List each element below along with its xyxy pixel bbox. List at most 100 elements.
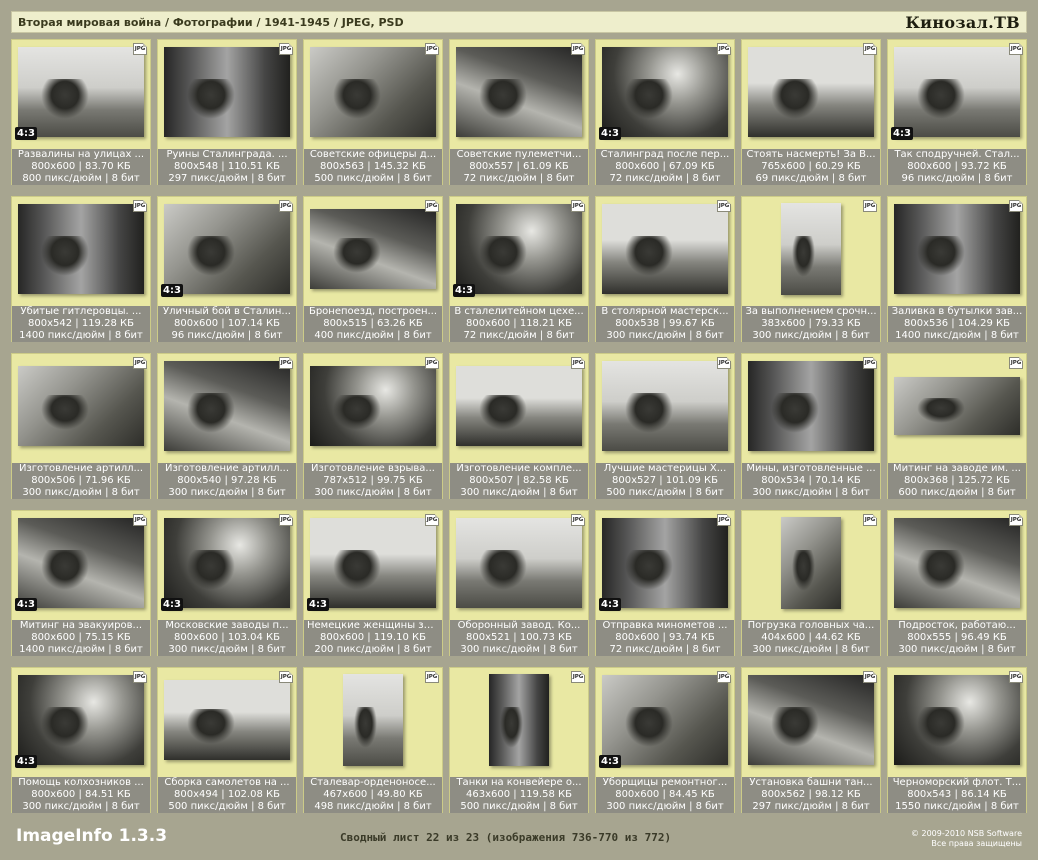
image-size-info: 800x527 | 101.09 КБ (612, 475, 718, 486)
image-size-info: 800x600 | 107.14 КБ (174, 318, 280, 329)
image-size-info: 800x534 | 70.14 КБ (761, 475, 861, 486)
image-size-info: 800x600 | 67.09 КБ (615, 161, 715, 172)
jpg-file-icon: JPG (133, 200, 147, 212)
image-resolution-info: 1400 пикс/дюйм | 8 бит (19, 330, 143, 341)
thumbnail-tile[interactable]: JPG Сталевар-орденоносе... 467x600 | 49.80… (303, 667, 443, 813)
thumbnail-photo[interactable] (748, 675, 874, 765)
thumbnail-photo[interactable] (456, 47, 582, 137)
thumbnail-photo[interactable] (456, 366, 582, 446)
thumbnail-tile[interactable]: JPG Руины Сталинграда. ... 800x548 | 110.5… (157, 39, 297, 185)
image-size-info: 800x600 | 118.21 КБ (466, 318, 572, 329)
thumbnail-tile[interactable]: JPG Изготовление компле... 800x507 | 82.58… (449, 353, 589, 499)
thumbnail-tile[interactable]: JPG Установка башни тан... 800x562 | 98.12… (741, 667, 881, 813)
thumbnail-tile[interactable]: JPG Сборка самолетов на ... 800x494 | 102.… (157, 667, 297, 813)
sheet-status: Сводный лист 22 из 23 (изображения 736-7… (340, 831, 672, 844)
thumbnail-tile[interactable]: JPG Изготовление артилл... 800x506 | 71.96… (11, 353, 151, 499)
thumbnail-photo[interactable] (164, 518, 290, 608)
thumbnail-tile[interactable]: JPG 4:3 Сталинград после пер... 800x600 | 6… (595, 39, 735, 185)
thumbnail-tile[interactable]: JPG Изготовление артилл... 800x540 | 97.28… (157, 353, 297, 499)
image-title: Помощь колхозников ... (18, 777, 144, 788)
thumbnail-photo[interactable] (894, 204, 1020, 294)
thumbnail-photo[interactable] (894, 518, 1020, 608)
thumbnail-tile[interactable]: JPG Советские пулеметчи... 800x557 | 61.09… (449, 39, 589, 185)
thumbnail-tile[interactable]: JPG Заливка в бутылки зав... 800x536 | 104… (887, 196, 1027, 342)
thumbnail-tile[interactable]: JPG 4:3 Отправка минометов ... 800x600 | 93… (595, 510, 735, 656)
thumbnail-photo[interactable] (18, 366, 144, 446)
thumbnail-photo[interactable] (602, 47, 728, 137)
thumbnail-tile[interactable]: JPG За выполнением срочн... 383x600 | 79.3… (741, 196, 881, 342)
thumbnail-tile[interactable]: JPG Черноморский флот. Т... 800x543 | 86.1… (887, 667, 1027, 813)
thumbnail-tile[interactable]: JPG Танки на конвейере о... 463x600 | 119.… (449, 667, 589, 813)
thumbnail-tile[interactable]: JPG 4:3 Помощь колхозников ... 800x600 | 84… (11, 667, 151, 813)
thumbnail-tile[interactable]: JPG 4:3 Уличный бой в Сталин... 800x600 | 1… (157, 196, 297, 342)
image-resolution-info: 1400 пикс/дюйм | 8 бит (895, 330, 1019, 341)
thumbnail-photo[interactable] (602, 518, 728, 608)
thumbnail-photo[interactable] (602, 361, 728, 451)
image-resolution-info: 72 пикс/дюйм | 8 бит (463, 330, 575, 341)
thumbnail-photo[interactable] (310, 209, 436, 289)
thumbnail-photo[interactable] (18, 675, 144, 765)
thumbnail-tile[interactable]: JPG Бронепоезд, построен... 800x515 | 63.2… (303, 196, 443, 342)
thumbnail-photo[interactable] (310, 47, 436, 137)
jpg-file-icon: JPG (425, 357, 439, 369)
image-size-info: 467x600 | 49.80 КБ (323, 789, 423, 800)
aspect-ratio-badge: 4:3 (891, 127, 913, 140)
thumbnail-photo[interactable] (894, 47, 1020, 137)
thumbnail-photo[interactable] (164, 680, 290, 760)
thumbnail-photo[interactable] (164, 47, 290, 137)
thumbnail-photo[interactable] (456, 204, 582, 294)
thumbnail-area: JPG 4:3 (596, 40, 734, 141)
thumbnail-tile[interactable]: JPG Лучшие мастерицы Х... 800x527 | 101.09… (595, 353, 735, 499)
thumbnail-photo[interactable] (310, 366, 436, 446)
thumbnail-tile[interactable]: JPG Советские офицеры д... 800x563 | 145.3… (303, 39, 443, 185)
thumbnail-tile[interactable]: JPG Погрузка головных ча... 404x600 | 44.6… (741, 510, 881, 656)
thumbnail-caption: Оборонный завод. Ко... 800x521 | 100.73 К… (450, 620, 588, 656)
image-title: Сборка самолетов на ... (164, 777, 290, 788)
thumbnail-caption: Подросток, работаю... 800x555 | 96.49 КБ 3… (888, 620, 1026, 656)
thumbnail-caption: Стоять насмерть! За В... 765x600 | 60.29 … (742, 149, 880, 185)
thumbnail-tile[interactable]: JPG 4:3 В сталелитейном цехе... 800x600 | 1… (449, 196, 589, 342)
thumbnail-area: JPG (158, 40, 296, 141)
image-title: Руины Сталинграда. ... (166, 149, 288, 160)
image-resolution-info: 1400 пикс/дюйм | 8 бит (19, 644, 143, 655)
thumbnail-photo[interactable] (456, 518, 582, 608)
thumbnail-tile[interactable]: JPG 4:3 Митинг на эвакуиров... 800x600 | 75… (11, 510, 151, 656)
thumbnail-photo[interactable] (781, 517, 841, 609)
thumbnail-tile[interactable]: JPG 4:3 Уборщицы ремонтног... 800x600 | 84.… (595, 667, 735, 813)
thumbnail-tile[interactable]: JPG 4:3 Московские заводы п... 800x600 | 10… (157, 510, 297, 656)
thumbnail-photo[interactable] (18, 204, 144, 294)
thumbnail-photo[interactable] (894, 675, 1020, 765)
thumbnail-photo[interactable] (489, 674, 549, 766)
thumbnail-photo[interactable] (602, 675, 728, 765)
thumbnail-tile[interactable]: JPG Мины, изготовленные ... 800x534 | 70.1… (741, 353, 881, 499)
thumbnail-photo[interactable] (748, 361, 874, 451)
thumbnail-caption: Погрузка головных ча... 404x600 | 44.62 К… (742, 620, 880, 656)
thumbnail-photo[interactable] (602, 204, 728, 294)
jpg-file-icon: JPG (1009, 671, 1023, 683)
thumbnail-photo[interactable] (310, 518, 436, 608)
thumbnail-tile[interactable]: JPG В столярной мастерск... 800x538 | 99.6… (595, 196, 735, 342)
thumbnail-photo[interactable] (894, 377, 1020, 435)
thumbnail-tile[interactable]: JPG Стоять насмерть! За В... 765x600 | 60.… (741, 39, 881, 185)
thumbnail-tile[interactable]: JPG Оборонный завод. Ко... 800x521 | 100.7… (449, 510, 589, 656)
thumbnail-tile[interactable]: JPG Подросток, работаю... 800x555 | 96.49 … (887, 510, 1027, 656)
image-resolution-info: 300 пикс/дюйм | 8 бит (752, 487, 870, 498)
thumbnail-tile[interactable]: JPG 4:3 Так сподручней. Стал... 800x600 | 9… (887, 39, 1027, 185)
thumbnail-tile[interactable]: JPG 4:3 Немецкие женщины за... 800x600 | 11… (303, 510, 443, 656)
thumbnail-photo[interactable] (18, 47, 144, 137)
image-resolution-info: 300 пикс/дюйм | 8 бит (314, 487, 432, 498)
thumbnail-tile[interactable]: JPG Убитые гитлеровцы. ... 800x542 | 119.2… (11, 196, 151, 342)
thumbnail-photo[interactable] (18, 518, 144, 608)
thumbnail-photo[interactable] (781, 203, 841, 295)
image-resolution-info: 300 пикс/дюйм | 8 бит (752, 644, 870, 655)
thumbnail-photo[interactable] (164, 204, 290, 294)
thumbnail-caption: Бронепоезд, построен... 800x515 | 63.26 К… (304, 306, 442, 342)
thumbnail-area: JPG (450, 354, 588, 455)
thumbnail-photo[interactable] (748, 47, 874, 137)
thumbnail-photo[interactable] (164, 361, 290, 451)
thumbnail-tile[interactable]: JPG Изготовление взрыва... 787x512 | 99.75… (303, 353, 443, 499)
breadcrumb[interactable]: Вторая мировая война / Фотографии / 1941… (18, 16, 404, 29)
thumbnail-tile[interactable]: JPG Митинг на заводе им. ... 800x368 | 125… (887, 353, 1027, 499)
thumbnail-tile[interactable]: JPG 4:3 Развалины на улицах ... 800x600 | 8… (11, 39, 151, 185)
thumbnail-photo[interactable] (343, 674, 403, 766)
